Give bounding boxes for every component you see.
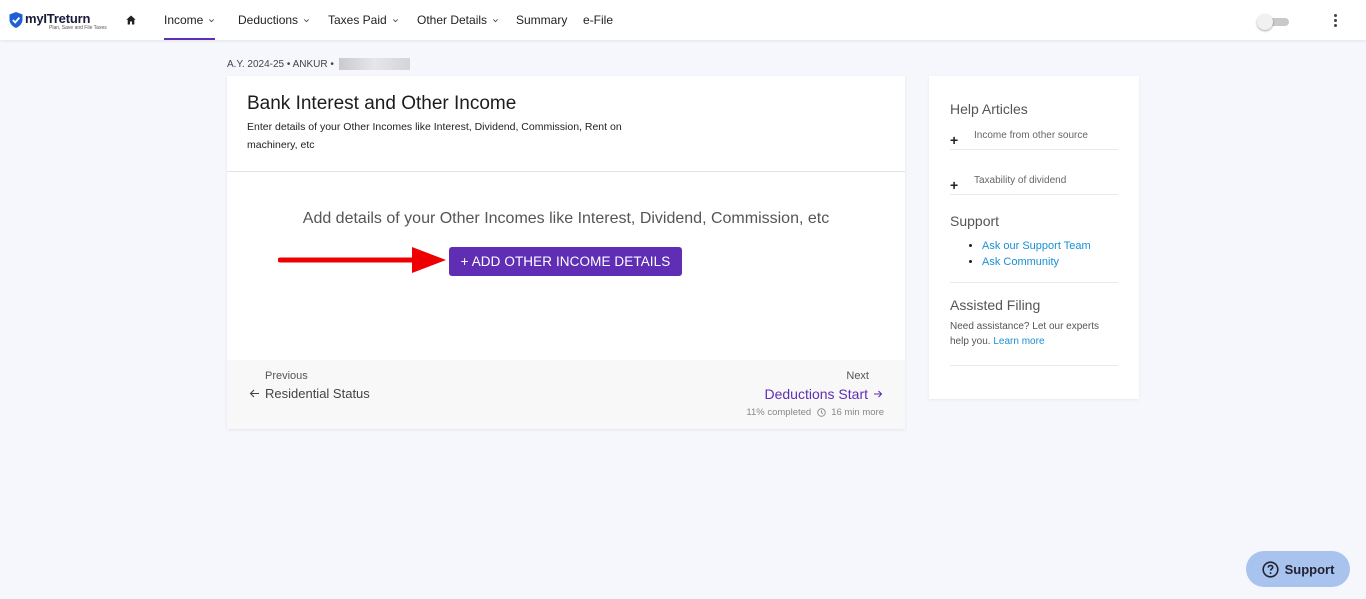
arrow-right-icon (874, 390, 883, 398)
ask-community-link[interactable]: Ask Community (982, 256, 1059, 268)
divider (950, 365, 1118, 366)
previous-step-link[interactable]: Residential Status (249, 386, 370, 401)
time-remaining: 16 min more (831, 407, 884, 418)
shield-check-icon (9, 12, 23, 28)
nav-efile[interactable]: e-File (583, 0, 613, 40)
chevron-down-icon (392, 18, 398, 22)
help-article-item[interactable]: + Income from other source (950, 130, 1118, 150)
support-link-item: Ask our Support Team (982, 238, 1091, 254)
more-vertical-icon[interactable] (1334, 14, 1338, 28)
brand-name: myITreturn (25, 11, 91, 26)
empty-state-prompt: Add details of your Other Incomes like I… (302, 210, 830, 227)
page-title: Bank Interest and Other Income (247, 93, 517, 114)
chevron-down-icon (209, 18, 215, 22)
learn-more-link[interactable]: Learn more (993, 336, 1044, 347)
help-article-label: Income from other source (974, 130, 1088, 141)
divider (950, 282, 1118, 283)
top-navbar: myITreturn Plan, Save and File Taxes Inc… (0, 0, 1366, 40)
next-step-label: Deductions Start (764, 386, 869, 402)
ask-support-team-link[interactable]: Ask our Support Team (982, 240, 1091, 252)
nav-taxes-paid[interactable]: Taxes Paid (328, 0, 399, 40)
breadcrumb-text: A.Y. 2024-25 • ANKUR • (227, 58, 334, 70)
support-link-item: Ask Community (982, 254, 1091, 270)
support-links: Ask our Support Team Ask Community (982, 238, 1091, 270)
chevron-down-icon (493, 18, 499, 22)
next-step-link[interactable]: Deductions Start (765, 386, 884, 402)
nav-deductions-label: Deductions (238, 13, 299, 27)
brand-tagline: Plan, Save and File Taxes (49, 25, 107, 31)
nav-efile-label: e-File (583, 13, 614, 27)
nav-summary[interactable]: Summary (516, 0, 567, 40)
support-button[interactable]: Support (1246, 551, 1350, 587)
plus-icon: + (950, 132, 959, 148)
help-circle-icon (1261, 560, 1279, 578)
nav-other-details-label: Other Details (417, 13, 488, 27)
add-other-income-button[interactable]: + ADD OTHER INCOME DETAILS (449, 247, 682, 276)
progress-text: 11% completed (746, 407, 812, 418)
page-subtitle: Enter details of your Other Incomes like… (247, 121, 622, 151)
assisted-filing-text: Need assistance? Let our experts help yo… (950, 319, 1118, 349)
arrow-left-icon (249, 389, 259, 398)
red-arrow-annotation (278, 247, 446, 273)
support-title: Support (950, 213, 1000, 229)
nav-summary-label: Summary (516, 13, 568, 27)
nav-income-label: Income (164, 13, 204, 27)
chevron-down-icon (304, 18, 310, 22)
previous-caption: Previous (265, 370, 308, 382)
nav-income[interactable]: Income (164, 0, 216, 40)
nav-deductions[interactable]: Deductions (238, 0, 310, 40)
step-footer: Previous Residential Status Next Deducti… (227, 360, 905, 429)
redacted-pan (338, 58, 410, 70)
toggle-knob (1257, 14, 1273, 30)
help-article-item[interactable]: + Taxability of dividend (950, 175, 1118, 195)
home-icon[interactable] (126, 15, 136, 25)
help-articles-title: Help Articles (950, 101, 1028, 117)
breadcrumb: A.Y. 2024-25 • ANKUR • (227, 58, 410, 70)
clock-icon (817, 408, 826, 417)
progress-info: 11% completed 16 min more (746, 407, 884, 418)
previous-step-label: Residential Status (265, 386, 370, 401)
next-caption: Next (846, 370, 869, 382)
theme-toggle[interactable] (1257, 14, 1289, 30)
nav-taxes-paid-label: Taxes Paid (328, 13, 387, 27)
help-article-label: Taxability of dividend (974, 175, 1067, 186)
divider (227, 171, 905, 172)
support-label: Support (1284, 561, 1335, 577)
help-sidebar: Help Articles + Income from other source… (929, 76, 1139, 399)
plus-icon: + (950, 177, 959, 193)
nav-other-details[interactable]: Other Details (417, 0, 499, 40)
assisted-filing-title: Assisted Filing (950, 297, 1041, 313)
brand-logo[interactable]: myITreturn Plan, Save and File Taxes (9, 12, 107, 31)
